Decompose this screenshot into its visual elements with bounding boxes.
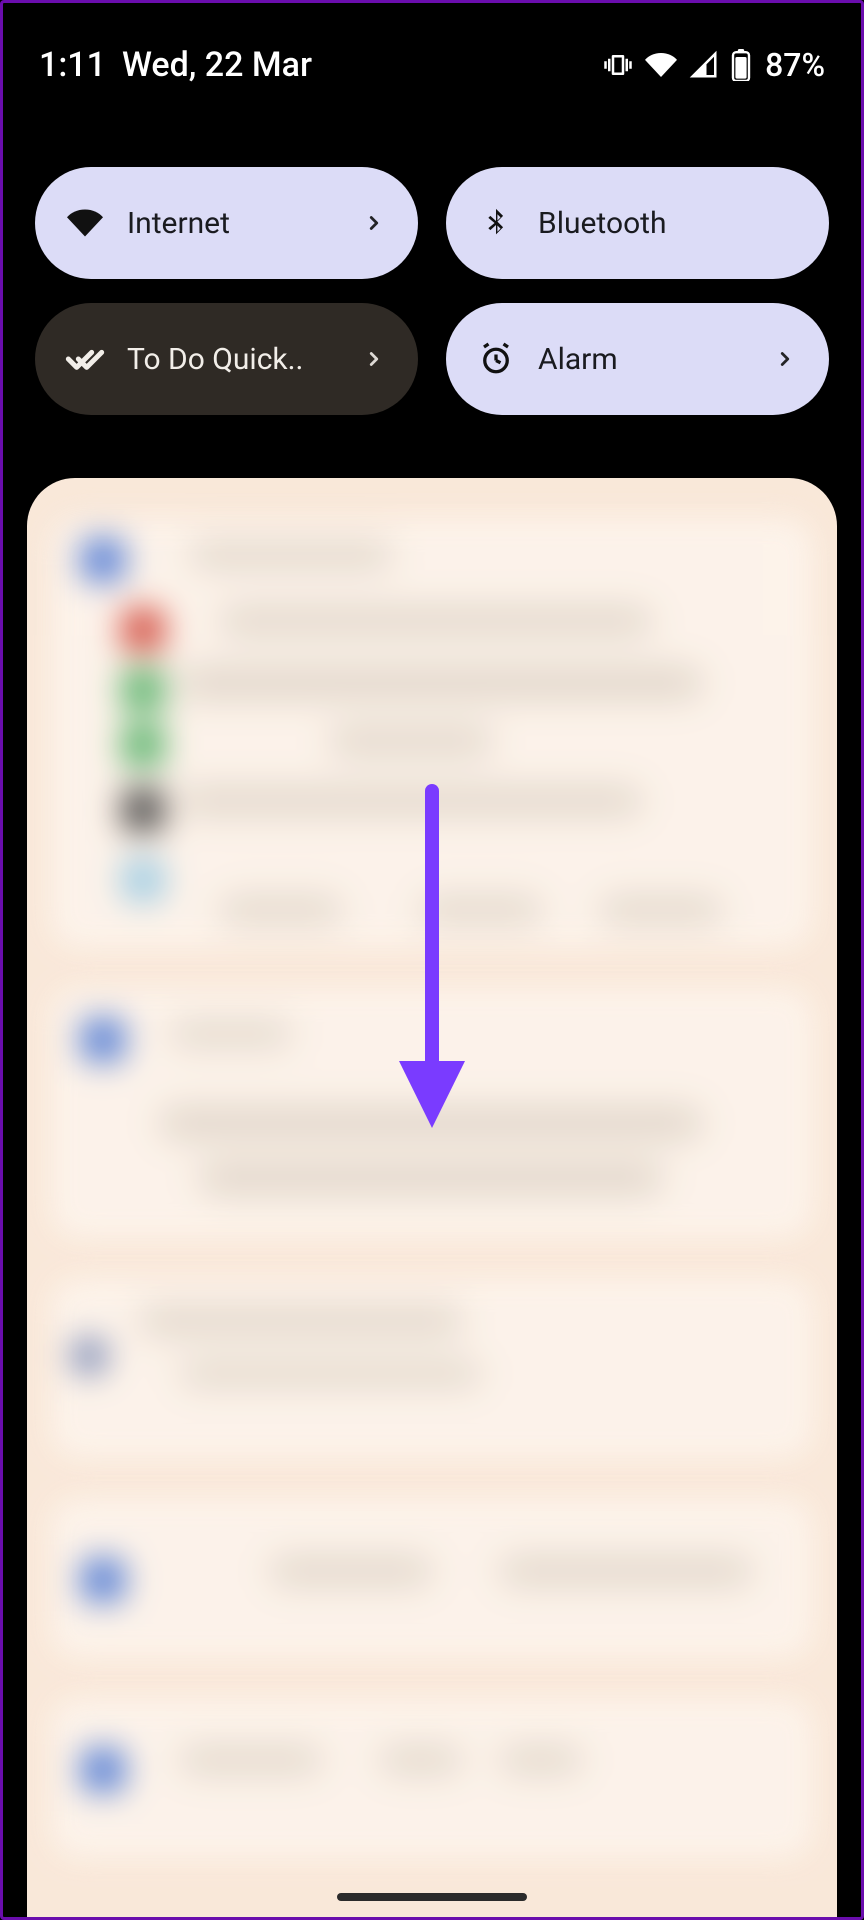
tile-bluetooth[interactable]: Bluetooth (446, 167, 829, 279)
tile-bluetooth-label: Bluetooth (538, 206, 799, 241)
bluetooth-icon (476, 206, 516, 240)
status-time: 1:11 (39, 45, 106, 85)
battery-icon (731, 49, 751, 81)
notification-card (51, 1278, 813, 1458)
wifi-icon (645, 49, 677, 81)
status-date: Wed, 22 Mar (122, 45, 312, 85)
vibrate-icon (603, 50, 633, 80)
battery-percent: 87% (765, 46, 825, 84)
swipe-down-arrow-icon (387, 783, 477, 1137)
notification-panel[interactable] (27, 478, 837, 1917)
quick-settings-grid: Internet Bluetooth To Do Quick.. A (35, 167, 829, 415)
wifi-filled-icon (65, 205, 105, 241)
chevron-right-icon (771, 348, 799, 370)
notification-card (51, 1698, 813, 1858)
double-check-icon (65, 339, 105, 379)
chevron-right-icon (360, 212, 388, 234)
device-frame: 1:11 Wed, 22 Mar 87% Internet (0, 0, 864, 1920)
chevron-right-icon (360, 348, 388, 370)
tile-internet[interactable]: Internet (35, 167, 418, 279)
gesture-nav-bar[interactable] (337, 1893, 527, 1901)
cellular-signal-icon (689, 50, 719, 80)
alarm-clock-icon (476, 341, 516, 377)
status-bar: 1:11 Wed, 22 Mar 87% (3, 45, 861, 85)
notification-card (51, 1498, 813, 1658)
tile-alarm[interactable]: Alarm (446, 303, 829, 415)
tile-alarm-label: Alarm (538, 342, 771, 377)
tile-todo-label: To Do Quick.. (127, 342, 360, 377)
tile-internet-label: Internet (127, 206, 360, 241)
tile-todo-quick[interactable]: To Do Quick.. (35, 303, 418, 415)
